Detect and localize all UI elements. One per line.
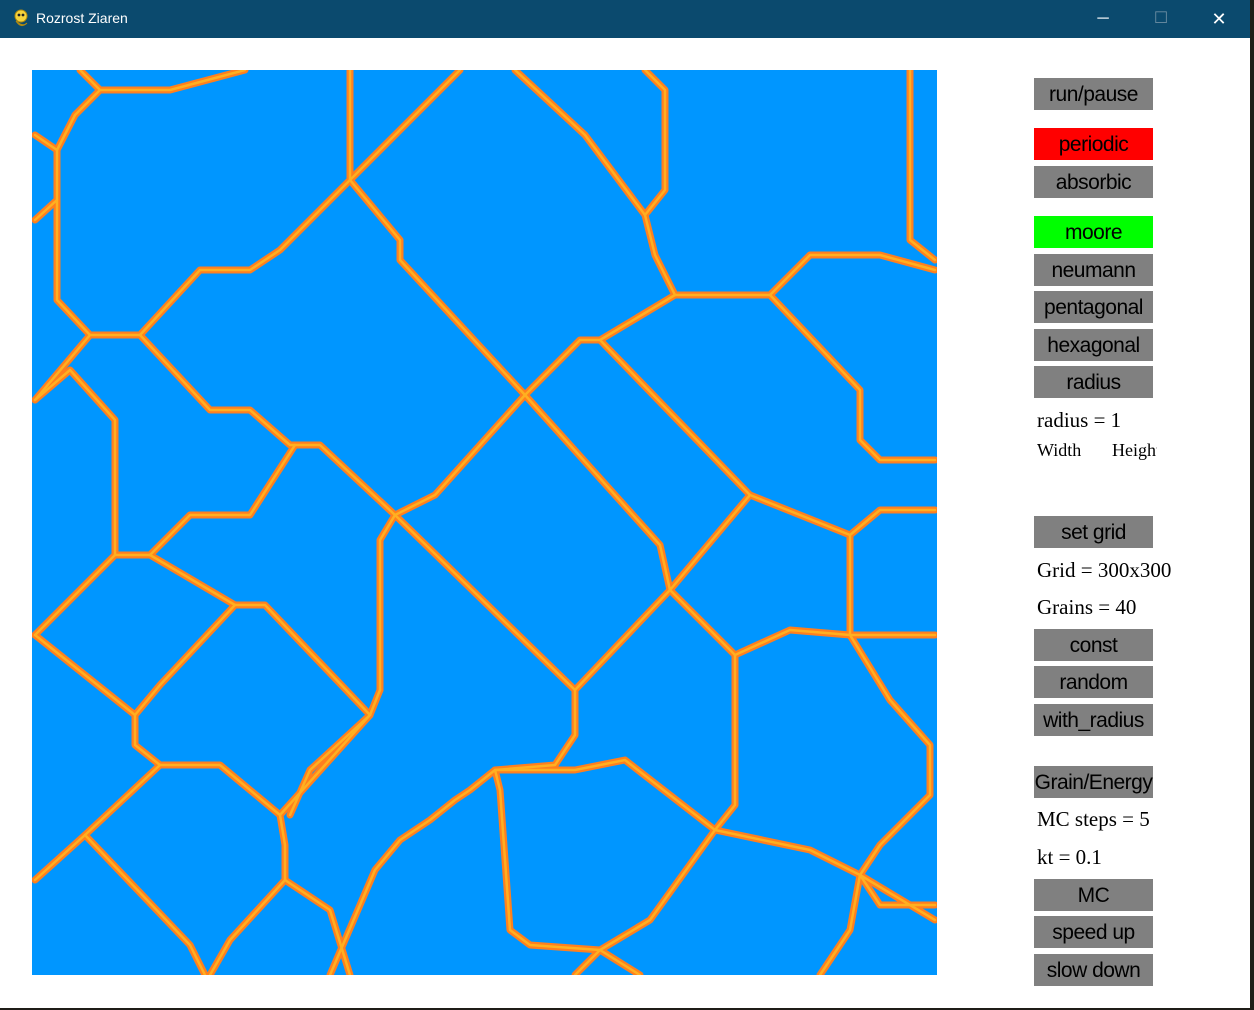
grain-boundary-1 bbox=[96, 70, 249, 94]
title-bar: Rozrost Ziaren ─ ☐ ✕ bbox=[0, 0, 1250, 38]
window-title: Rozrost Ziaren bbox=[36, 10, 128, 26]
with-radius-button[interactable]: with_radius bbox=[1034, 704, 1153, 736]
grains-count-label: Grains = 40 bbox=[1037, 595, 1137, 619]
height-input[interactable]: Height bbox=[1112, 440, 1157, 461]
grain-boundary-15 bbox=[391, 391, 529, 519]
slow-down-button[interactable]: slow down bbox=[1034, 954, 1153, 986]
grain-boundary-23 bbox=[32, 631, 164, 769]
hexagonal-button[interactable]: hexagonal bbox=[1034, 329, 1153, 361]
grain-grid-canvas[interactable] bbox=[32, 70, 937, 975]
grain-boundary-core-25 bbox=[668, 588, 937, 657]
grain-boundary-3 bbox=[32, 196, 94, 404]
grain-boundary-core-22 bbox=[33, 553, 117, 637]
width-input[interactable]: Width bbox=[1037, 440, 1082, 461]
grain-boundary-core-14 bbox=[33, 368, 297, 557]
grain-boundary-core-10 bbox=[908, 70, 937, 262]
periodic-button[interactable]: periodic bbox=[1034, 128, 1153, 160]
grain-boundary-core-17 bbox=[598, 338, 752, 497]
grain-boundary-10 bbox=[906, 70, 937, 264]
grain-boundary-16 bbox=[521, 391, 937, 594]
speed-up-button[interactable]: speed up bbox=[1034, 916, 1153, 948]
grain-boundaries bbox=[32, 70, 937, 975]
pentagonal-button[interactable]: pentagonal bbox=[1034, 291, 1153, 323]
grain-boundary-core-2 bbox=[33, 133, 59, 152]
neumann-button[interactable]: neumann bbox=[1034, 254, 1153, 286]
grain-boundary-core-38 bbox=[713, 828, 937, 907]
grain-boundary-core-8 bbox=[513, 70, 937, 297]
grain-boundary-core-20 bbox=[573, 588, 672, 692]
mc-steps-label: MC steps = 5 bbox=[1037, 807, 1150, 831]
run-pause-button[interactable]: run/pause bbox=[1034, 78, 1153, 110]
python-snake-icon bbox=[14, 9, 28, 27]
grain-boundary-core-23 bbox=[33, 633, 162, 767]
grid-size-label: Grid = 300x300 bbox=[1037, 558, 1172, 582]
grain-boundary-40 bbox=[281, 876, 354, 975]
grain-boundary-4 bbox=[86, 176, 354, 339]
grain-boundary-25 bbox=[666, 586, 937, 659]
grain-boundary-core-4 bbox=[88, 178, 352, 337]
grain-boundary-21 bbox=[146, 551, 374, 719]
minimize-button[interactable]: ─ bbox=[1080, 0, 1126, 38]
random-button[interactable]: random bbox=[1034, 666, 1153, 698]
grain-boundary-core-29 bbox=[208, 688, 382, 975]
moore-button[interactable]: moore bbox=[1034, 216, 1153, 248]
grain-boundary-38 bbox=[711, 826, 937, 909]
grain-boundary-31 bbox=[156, 761, 284, 819]
grain-boundary-core-35 bbox=[493, 758, 717, 832]
grain-boundary-core-6 bbox=[348, 70, 462, 182]
grain-boundary-8 bbox=[511, 70, 937, 299]
grain-boundary-core-32 bbox=[33, 763, 162, 882]
grain-boundary-34 bbox=[326, 686, 579, 975]
grain-boundary-core-41 bbox=[598, 948, 642, 975]
grain-boundary-core-40 bbox=[283, 878, 352, 975]
grain-boundary-33 bbox=[81, 831, 209, 975]
grain-boundary-core-37 bbox=[573, 828, 717, 975]
const-button[interactable]: const bbox=[1034, 629, 1153, 661]
maximize-button[interactable]: ☐ bbox=[1138, 0, 1184, 38]
mc-button[interactable]: MC bbox=[1034, 879, 1153, 911]
grain-boundary-core-34 bbox=[328, 688, 577, 975]
set-grid-button[interactable]: set grid bbox=[1034, 516, 1153, 548]
grain-boundary-core-19 bbox=[393, 513, 577, 692]
grain-boundary-14 bbox=[32, 366, 299, 559]
app-window: Rozrost Ziaren ─ ☐ ✕ run/pause periodic … bbox=[0, 0, 1250, 1008]
absorbic-button[interactable]: absorbic bbox=[1034, 166, 1153, 198]
grain-boundary-core-24 bbox=[133, 603, 237, 717]
radius-button[interactable]: radius bbox=[1034, 366, 1153, 398]
grain-boundary-core-21 bbox=[148, 553, 372, 717]
kt-label: kt = 0.1 bbox=[1037, 845, 1102, 869]
grain-boundary-39 bbox=[816, 871, 864, 975]
radius-value-label: radius = 1 bbox=[1037, 408, 1122, 432]
close-button[interactable]: ✕ bbox=[1196, 0, 1242, 38]
grain-energy-button[interactable]: Grain/Energy bbox=[1034, 766, 1153, 798]
grain-boundary-core-16 bbox=[523, 393, 937, 592]
grain-boundary-28 bbox=[711, 651, 739, 834]
grain-boundary-core-36 bbox=[493, 768, 602, 952]
grain-boundary-18 bbox=[376, 511, 399, 694]
grain-boundary-core-31 bbox=[158, 763, 282, 817]
